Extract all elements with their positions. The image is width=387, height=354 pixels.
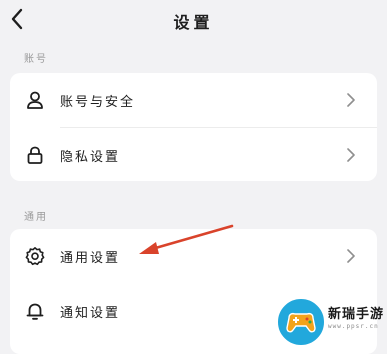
lock-icon <box>27 146 43 164</box>
menu-item-privacy-settings[interactable]: 隐私设置 <box>10 128 377 181</box>
chevron-right-icon <box>347 93 355 107</box>
top-bar: 设置 <box>0 0 387 40</box>
watermark-name: 新瑞手游 <box>328 307 385 322</box>
menu-item-label: 通用设置 <box>60 251 121 266</box>
watermark-logo: 新瑞手游 www.ppsr.cn <box>270 292 387 347</box>
menu-item-label: 账号与安全 <box>60 95 136 110</box>
chevron-right-icon <box>347 148 355 162</box>
user-icon <box>27 91 43 109</box>
gear-icon <box>25 247 45 266</box>
page-title: 设置 <box>173 13 214 32</box>
menu-item-label: 隐私设置 <box>60 150 121 165</box>
bell-icon <box>26 303 44 320</box>
menu-item-label: 通知设置 <box>60 306 121 321</box>
game-controller-logo-icon <box>276 297 326 347</box>
section-label-account: 账号 <box>24 54 48 65</box>
section-label-general: 通用 <box>24 212 48 223</box>
menu-item-account-security[interactable]: 账号与安全 <box>10 73 377 127</box>
watermark-url: www.ppsr.cn <box>328 323 379 330</box>
account-card: 账号与安全 隐私设置 <box>10 73 377 181</box>
chevron-right-icon <box>347 249 355 263</box>
menu-item-general-settings[interactable]: 通用设置 <box>10 229 377 283</box>
